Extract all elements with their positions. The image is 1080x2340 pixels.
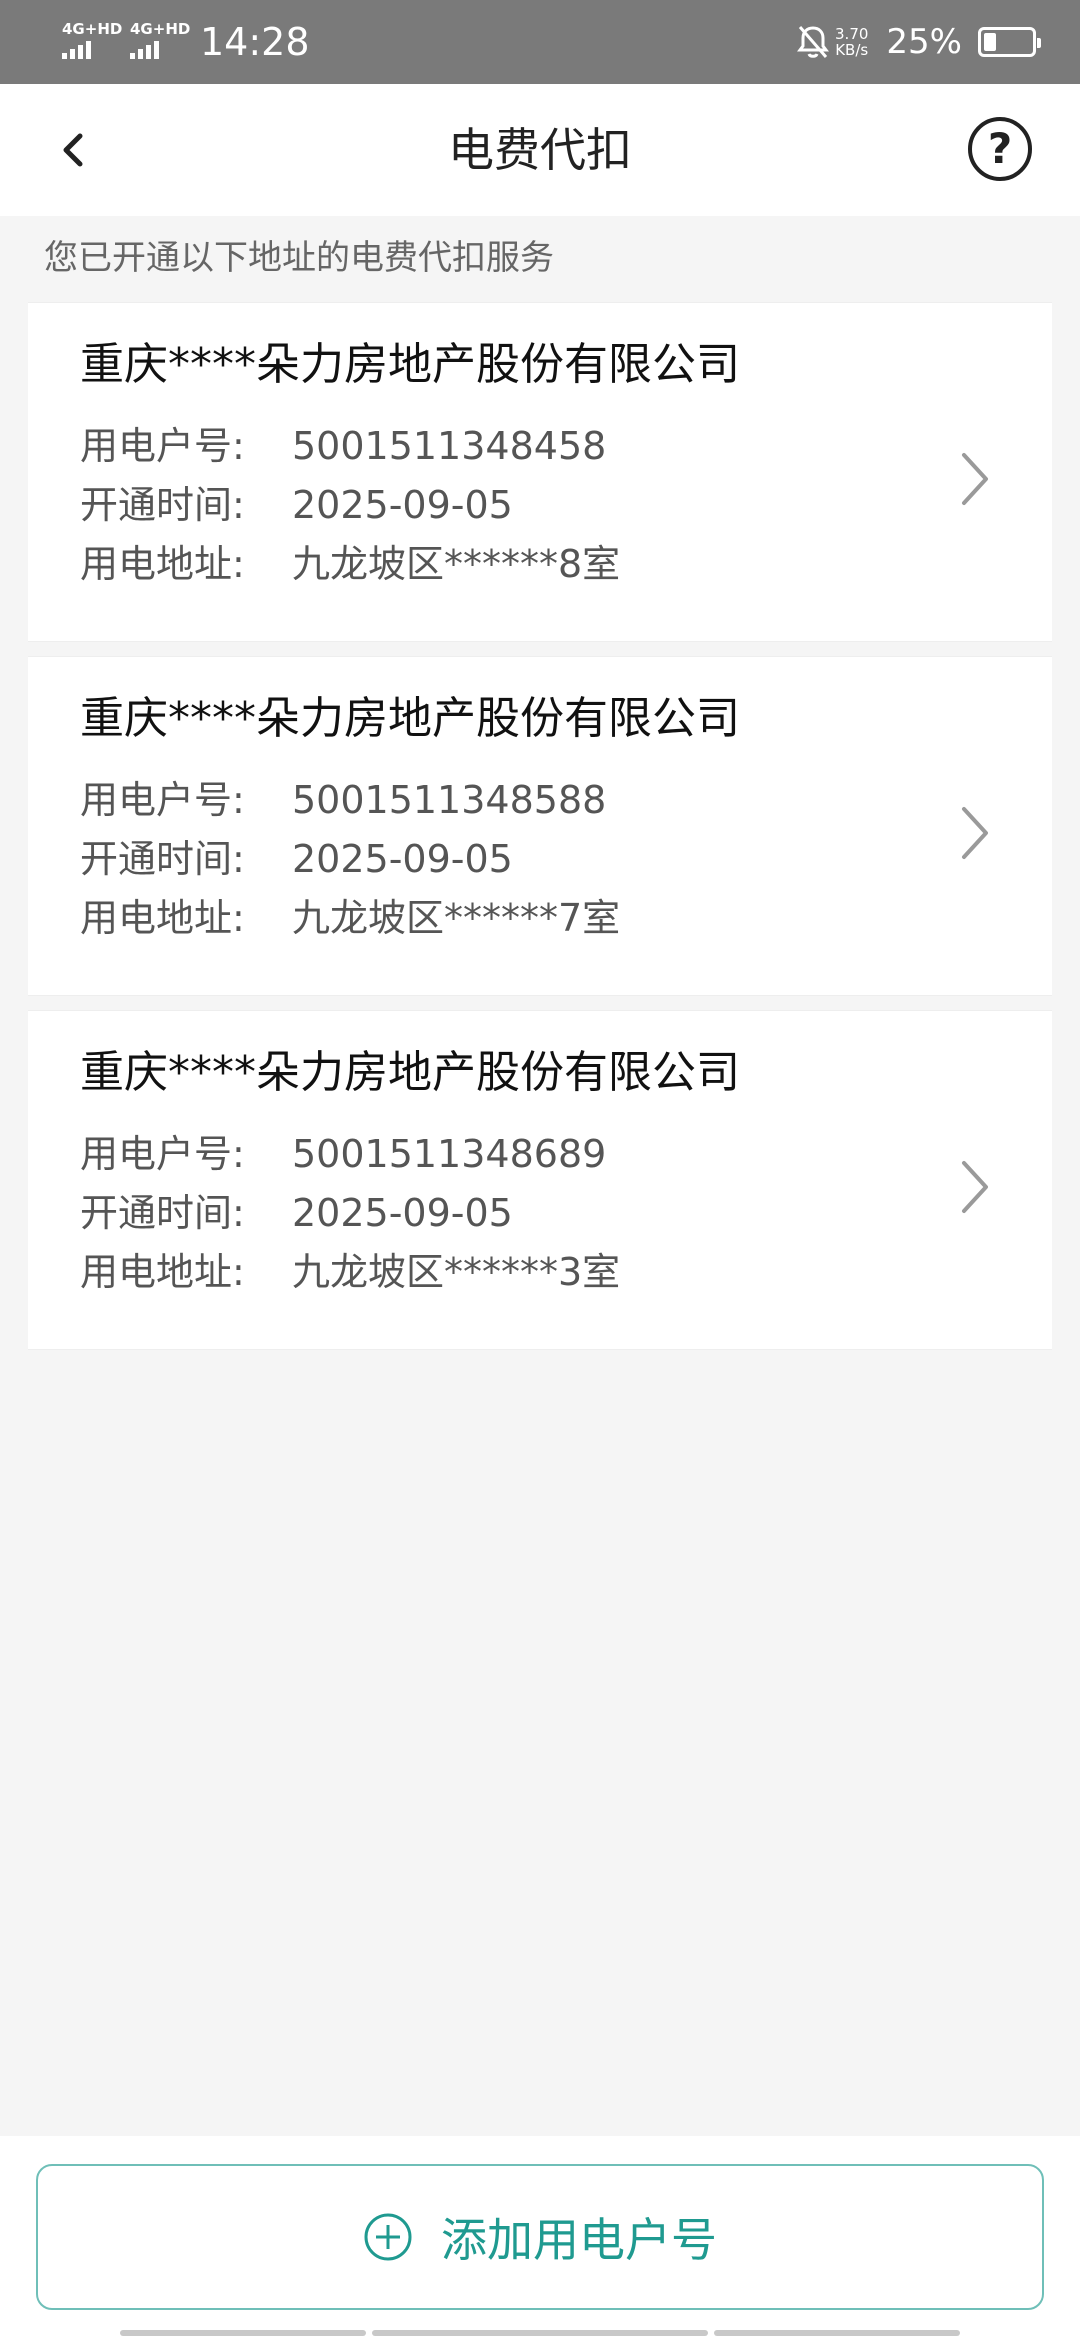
battery-level: [984, 33, 996, 51]
account-number-value: 5001511348458: [292, 424, 607, 468]
company-name: 重庆****朵力房地产股份有限公司: [80, 1047, 740, 1098]
bottom-action-bar: 添加用电户号: [0, 2136, 1080, 2340]
open-date-row: 开通时间: 2025-09-05: [80, 480, 513, 530]
add-account-label: 添加用电户号: [441, 2213, 717, 2267]
clock: 14:28: [200, 20, 310, 64]
section-subtitle: 您已开通以下地址的电费代扣服务: [44, 238, 554, 278]
help-button[interactable]: ?: [968, 117, 1032, 181]
address-label: 用电地址:: [80, 1250, 245, 1294]
battery-icon: [978, 27, 1041, 57]
address-row: 用电地址: 九龙坡区******3室: [80, 1247, 620, 1297]
network-speed: 3.70 KB/s: [835, 26, 868, 58]
battery-percent: 25%: [886, 22, 962, 62]
add-account-button[interactable]: 添加用电户号: [36, 2164, 1044, 2310]
account-number-row: 用电户号: 5001511348588: [80, 775, 606, 825]
address-label: 用电地址:: [80, 896, 245, 940]
account-number-row: 用电户号: 5001511348458: [80, 421, 606, 471]
address-value: 九龙坡区******7室: [292, 896, 621, 940]
account-card[interactable]: 重庆****朵力房地产股份有限公司 用电户号: 5001511348458 开通时…: [28, 302, 1052, 642]
account-card[interactable]: 重庆****朵力房地产股份有限公司 用电户号: 5001511348689 开通时…: [28, 1010, 1052, 1350]
chevron-right-icon: [962, 807, 988, 859]
account-number-value: 5001511348588: [292, 778, 607, 822]
open-date-value: 2025-09-05: [292, 837, 513, 881]
company-name: 重庆****朵力房地产股份有限公司: [80, 339, 740, 390]
account-number-row: 用电户号: 5001511348689: [80, 1129, 606, 1179]
address-label: 用电地址:: [80, 542, 245, 586]
network-type-label: 4G+HD: [62, 20, 123, 38]
open-date-value: 2025-09-05: [292, 1191, 513, 1235]
speed-unit: KB/s: [835, 41, 869, 59]
page-title: 电费代扣: [448, 123, 632, 177]
address-row: 用电地址: 九龙坡区******8室: [80, 539, 620, 589]
question-circle-icon: ?: [987, 124, 1013, 173]
gesture-bar: [714, 2330, 960, 2336]
account-number-label: 用电户号:: [80, 1132, 245, 1176]
chevron-right-icon: [962, 453, 988, 505]
open-date-label: 开通时间:: [80, 837, 245, 881]
plus-circle-icon: [364, 2213, 412, 2261]
nav-bar: 电费代扣 ?: [0, 84, 1080, 216]
gesture-bar: [120, 2330, 366, 2336]
mute-bell-icon: [797, 26, 830, 58]
account-number-value: 5001511348689: [292, 1132, 607, 1176]
account-card[interactable]: 重庆****朵力房地产股份有限公司 用电户号: 5001511348588 开通时…: [28, 656, 1052, 996]
open-date-row: 开通时间: 2025-09-05: [80, 834, 513, 884]
signal-icon: 4G+HD: [130, 22, 190, 59]
gesture-bar: [372, 2330, 708, 2336]
account-number-label: 用电户号:: [80, 424, 245, 468]
open-date-value: 2025-09-05: [292, 483, 513, 527]
speed-value: 3.70: [835, 25, 869, 43]
address-value: 九龙坡区******3室: [292, 1250, 621, 1294]
company-name: 重庆****朵力房地产股份有限公司: [80, 693, 740, 744]
account-list-section: 您已开通以下地址的电费代扣服务 重庆****朵力房地产股份有限公司 用电户号: 5…: [0, 216, 1080, 2136]
open-date-label: 开通时间:: [80, 1191, 245, 1235]
address-value: 九龙坡区******8室: [292, 542, 621, 586]
account-number-label: 用电户号:: [80, 778, 245, 822]
status-bar: 4G+HD 4G+HD 14:28 3.70 KB/s 25%: [0, 0, 1080, 84]
network-type-label: 4G+HD: [130, 20, 191, 38]
open-date-label: 开通时间:: [80, 483, 245, 527]
signal-icon: 4G+HD: [62, 22, 122, 59]
chevron-right-icon: [962, 1161, 988, 1213]
open-date-row: 开通时间: 2025-09-05: [80, 1188, 513, 1238]
address-row: 用电地址: 九龙坡区******7室: [80, 893, 620, 943]
